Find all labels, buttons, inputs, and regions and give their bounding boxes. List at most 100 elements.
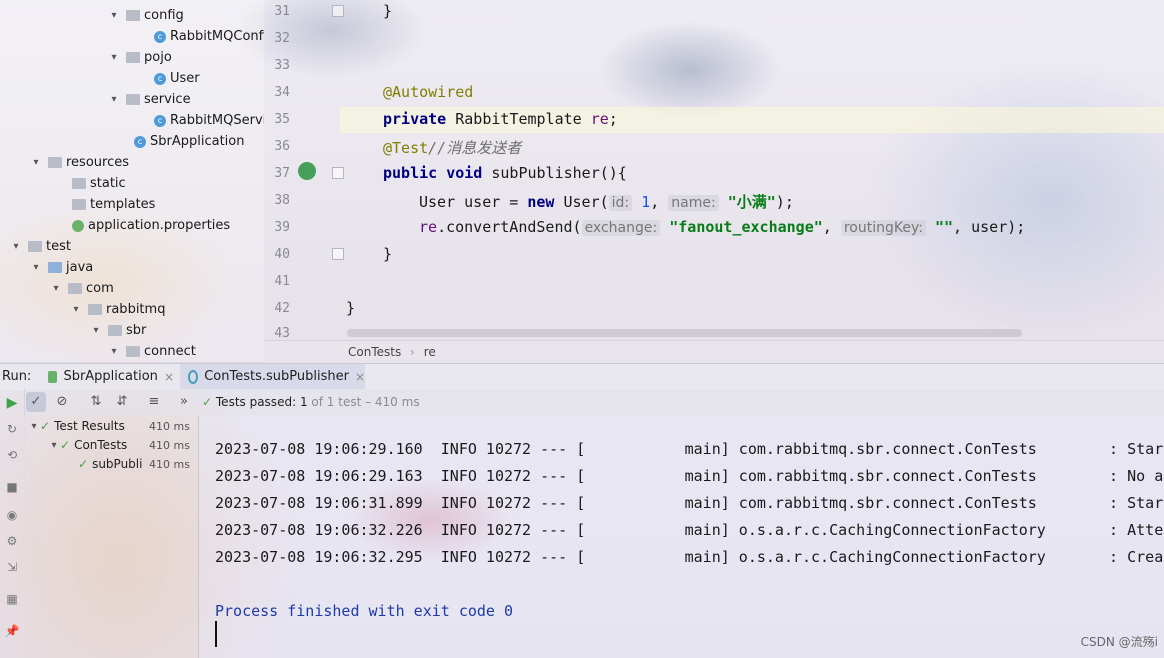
- code-line-37[interactable]: public void subPublisher(){: [383, 164, 627, 182]
- code-editor[interactable]: 31 32 33 34 35 36 37 38 39 40 41 42 43 }…: [264, 0, 1164, 340]
- code-line-31[interactable]: }: [383, 2, 392, 20]
- class-icon: c: [154, 72, 166, 85]
- code-line-34[interactable]: @Autowired: [383, 83, 473, 101]
- watermark: CSDN @流殇i: [1080, 635, 1158, 649]
- chevron-down-icon[interactable]: ▾: [30, 257, 42, 278]
- show-ignored-icon[interactable]: ⊘: [52, 392, 72, 412]
- breadcrumb-class[interactable]: ConTests: [348, 345, 401, 359]
- tree-node-com[interactable]: ▾ com: [50, 278, 113, 299]
- close-icon[interactable]: ×: [355, 364, 365, 390]
- sort-by-duration-icon[interactable]: ⇵: [112, 392, 132, 412]
- chevron-down-icon[interactable]: ▾: [48, 436, 60, 455]
- code-line-36[interactable]: @Test//消息发送者: [383, 137, 521, 158]
- tree-node-service[interactable]: ▾ service: [108, 89, 190, 110]
- more-actions-icon[interactable]: »: [174, 392, 194, 412]
- camera-icon[interactable]: ◉: [2, 505, 22, 525]
- run-side-toolbar: ▶ ↻ ⟲ ■ ◉ ⚙ ⇲ ▦ 📌: [0, 389, 25, 658]
- console-output[interactable]: 2023-07-08 19:06:29.160 INFO 10272 --- […: [199, 415, 1164, 658]
- fold-marker-icon[interactable]: [332, 248, 344, 260]
- test-results-tree[interactable]: ▾ ✓ Test Results 410 ms ▾ ✓ ConTests 410…: [24, 415, 199, 658]
- console-line: 2023-07-08 19:06:32.226 INFO 10272 --- […: [215, 521, 1164, 539]
- tree-node-rabbitmqservice[interactable]: c RabbitMQServic: [136, 110, 264, 131]
- tree-node-pojo[interactable]: ▾ pojo: [108, 47, 171, 68]
- chevron-down-icon[interactable]: ▾: [70, 299, 82, 320]
- stop-icon[interactable]: ■: [2, 477, 22, 497]
- console-line: 2023-07-08 19:06:32.295 INFO 10272 --- […: [215, 548, 1164, 566]
- tree-node-resources[interactable]: ▾ resources: [30, 152, 129, 173]
- line-number: 33: [274, 58, 290, 73]
- tree-node-user[interactable]: c User: [136, 68, 200, 89]
- test-status: ✓ Tests passed: 1 of 1 test – 410 ms: [202, 395, 420, 409]
- tab-contests-subpublisher[interactable]: ConTests.subPublisher ×: [180, 364, 365, 390]
- console-line: 2023-07-08 19:06:31.899 INFO 10272 --- […: [215, 494, 1164, 512]
- run-label: Run:: [2, 369, 32, 384]
- code-line-42[interactable]: }: [346, 299, 355, 317]
- breadcrumb-separator: ›: [410, 345, 415, 359]
- line-number: 31: [274, 4, 290, 19]
- line-number: 34: [274, 85, 290, 100]
- chevron-down-icon[interactable]: ▾: [108, 89, 120, 110]
- export-icon[interactable]: ⇲: [2, 557, 22, 577]
- project-tree[interactable]: ▾config cRabbitMQConfig ▾pojo cUser ▾ser…: [0, 0, 264, 362]
- test-run-icon: [188, 370, 199, 384]
- class-icon: c: [154, 114, 166, 127]
- tree-node-connect[interactable]: ▾ connect: [108, 341, 195, 362]
- close-icon[interactable]: ×: [164, 364, 174, 390]
- toggle-auto-test-icon[interactable]: ⟲: [2, 445, 22, 465]
- fold-marker-icon[interactable]: [332, 167, 344, 179]
- line-number: 36: [274, 139, 290, 154]
- param-hint: exchange:: [581, 220, 661, 236]
- test-tree-row[interactable]: ▾ ✓ Test Results 410 ms: [28, 417, 194, 436]
- rerun-icon[interactable]: ▶: [2, 393, 22, 413]
- test-tree-row[interactable]: ▾ ✓ ConTests 410 ms: [48, 436, 194, 455]
- tree-node-sbrapplication[interactable]: c SbrApplication: [116, 131, 245, 152]
- code-line-38[interactable]: User user = new User(id: 1, name: "小满");: [419, 191, 794, 212]
- chevron-down-icon[interactable]: ▾: [30, 152, 42, 173]
- fold-marker-icon[interactable]: [332, 5, 344, 17]
- exit-message: Process finished with exit code 0: [215, 602, 514, 620]
- properties-file-icon: [72, 219, 84, 232]
- editor-horizontal-scrollbar[interactable]: [347, 329, 1022, 337]
- line-number: 42: [274, 301, 290, 316]
- chevron-down-icon[interactable]: ▾: [90, 320, 102, 341]
- line-number: 40: [274, 247, 290, 262]
- show-passed-icon[interactable]: ✓: [26, 392, 46, 412]
- tree-node-rabbitmqconfig[interactable]: cRabbitMQConfig: [136, 26, 264, 47]
- tree-node-java[interactable]: ▾ java: [30, 257, 93, 278]
- rerun-failed-icon[interactable]: ↻: [2, 419, 22, 439]
- folder-icon: [72, 199, 86, 210]
- tree-node-application-properties[interactable]: application.properties: [54, 215, 230, 236]
- tree-node-rabbitmq[interactable]: ▾ rabbitmq: [70, 299, 165, 320]
- line-number: 37: [274, 166, 290, 181]
- chevron-down-icon[interactable]: ▾: [108, 47, 120, 68]
- line-number: 41: [274, 274, 290, 289]
- code-line-39[interactable]: re.convertAndSend(exchange: "fanout_exch…: [419, 218, 1025, 236]
- pin-icon[interactable]: 📌: [2, 621, 22, 641]
- breadcrumb-member[interactable]: re: [424, 345, 436, 359]
- chevron-down-icon[interactable]: ▾: [28, 417, 40, 436]
- chevron-down-icon[interactable]: ▾: [10, 236, 22, 257]
- folder-icon: [126, 10, 140, 21]
- run-test-gutter-icon[interactable]: [298, 162, 316, 180]
- chevron-down-icon[interactable]: ▾: [108, 5, 120, 26]
- expand-all-icon[interactable]: ≡: [144, 392, 164, 412]
- tree-node-test[interactable]: ▾ test: [10, 236, 70, 257]
- tree-node-sbr[interactable]: ▾ sbr: [90, 320, 146, 341]
- tab-sbrapplication[interactable]: SbrApplication ×: [44, 364, 174, 390]
- class-icon: c: [134, 135, 146, 148]
- tree-node-config[interactable]: ▾ config: [108, 5, 183, 26]
- passed-icon: ✓: [78, 457, 89, 471]
- sort-alphabetically-icon[interactable]: ⇅: [86, 392, 106, 412]
- param-hint: id:: [608, 195, 633, 211]
- tree-node-templates[interactable]: templates: [54, 194, 155, 215]
- layout-icon[interactable]: ▦: [2, 589, 22, 609]
- settings-icon[interactable]: ⚙: [2, 531, 22, 551]
- code-line-40[interactable]: }: [383, 245, 392, 263]
- package-icon: [126, 346, 140, 357]
- chevron-down-icon[interactable]: ▾: [108, 341, 120, 362]
- line-number: 39: [274, 220, 290, 235]
- chevron-down-icon[interactable]: ▾: [50, 278, 62, 299]
- test-tree-row[interactable]: ✓ subPubli 410 ms: [78, 455, 194, 474]
- code-line-35[interactable]: private RabbitTemplate re;: [383, 110, 618, 128]
- tree-node-static[interactable]: static: [54, 173, 126, 194]
